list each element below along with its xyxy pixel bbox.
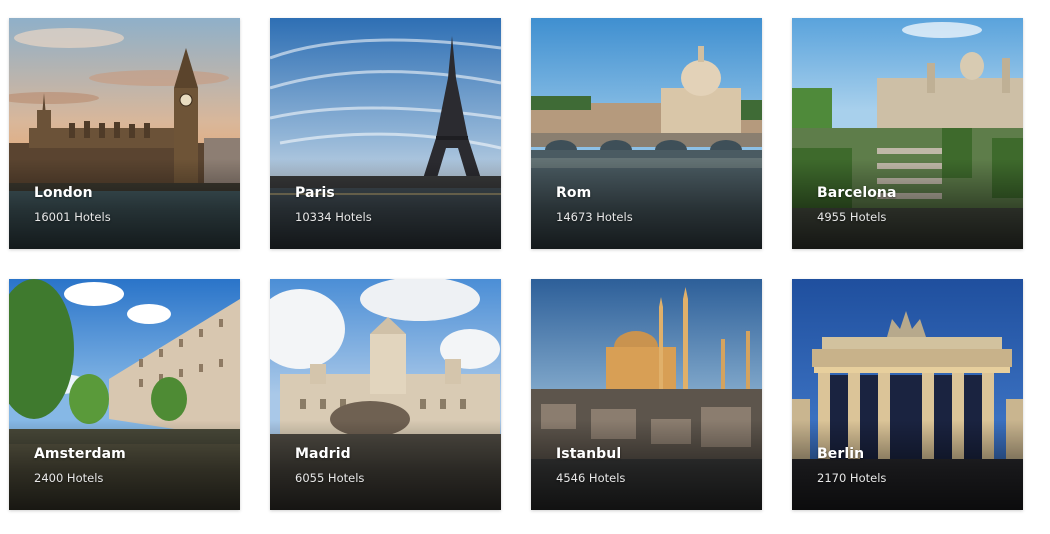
- city-card-barcelona[interactable]: Barcelona 4955 Hotels: [792, 18, 1023, 249]
- city-card-berlin[interactable]: Berlin 2170 Hotels: [792, 279, 1023, 510]
- city-name: Barcelona: [817, 185, 897, 201]
- hotel-count: 16001 Hotels: [34, 210, 111, 224]
- hotel-count: 6055 Hotels: [295, 471, 365, 485]
- city-card-paris[interactable]: Paris 10334 Hotels: [270, 18, 501, 249]
- hotel-count: 2400 Hotels: [34, 471, 104, 485]
- card-shade: [792, 159, 1023, 249]
- hotel-count: 14673 Hotels: [556, 210, 633, 224]
- city-card-london[interactable]: London 16001 Hotels: [9, 18, 240, 249]
- card-shade: [9, 420, 240, 510]
- city-name: Berlin: [817, 446, 865, 462]
- city-card-madrid[interactable]: Madrid 6055 Hotels: [270, 279, 501, 510]
- card-shade: [9, 159, 240, 249]
- card-shade: [270, 159, 501, 249]
- card-shade: [270, 420, 501, 510]
- card-shade: [531, 159, 762, 249]
- city-name: Madrid: [295, 446, 351, 462]
- card-shade: [531, 420, 762, 510]
- city-name: London: [34, 185, 93, 201]
- city-name: Rom: [556, 185, 592, 201]
- hotel-count: 4546 Hotels: [556, 471, 626, 485]
- card-shade: [792, 420, 1023, 510]
- city-grid: London 16001 Hotels Paris 10334 Hotels R…: [0, 0, 1050, 534]
- city-card-rom[interactable]: Rom 14673 Hotels: [531, 18, 762, 249]
- hotel-count: 2170 Hotels: [817, 471, 887, 485]
- city-card-istanbul[interactable]: Istanbul 4546 Hotels: [531, 279, 762, 510]
- city-card-amsterdam[interactable]: Amsterdam 2400 Hotels: [9, 279, 240, 510]
- city-name: Amsterdam: [34, 446, 126, 462]
- city-name: Istanbul: [556, 446, 622, 462]
- city-name: Paris: [295, 185, 335, 201]
- hotel-count: 10334 Hotels: [295, 210, 372, 224]
- hotel-count: 4955 Hotels: [817, 210, 887, 224]
